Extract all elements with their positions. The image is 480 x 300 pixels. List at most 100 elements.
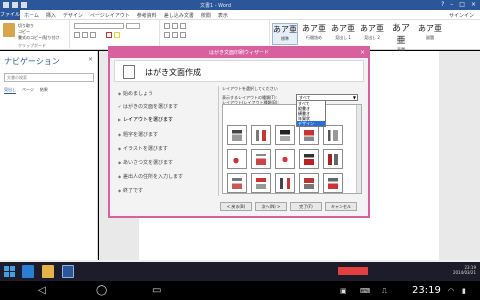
wizard-step[interactable]: ✔ はがきの文面を選びます bbox=[118, 103, 178, 110]
format-painter-button[interactable]: 書式のコピー/貼り付け bbox=[18, 35, 59, 41]
layout-thumbnail[interactable] bbox=[323, 125, 343, 145]
wifi-icon: ◠ bbox=[448, 287, 455, 295]
layout-thumbnail[interactable] bbox=[275, 149, 295, 169]
undo-icon[interactable] bbox=[12, 2, 18, 8]
paste-icon[interactable] bbox=[3, 23, 15, 37]
underline-icon[interactable] bbox=[90, 32, 96, 38]
bullets-icon[interactable] bbox=[164, 23, 170, 29]
thumbnail-scrollbar[interactable] bbox=[356, 105, 361, 193]
multilevel-list-icon[interactable] bbox=[180, 23, 186, 29]
back-button[interactable]: < 戻る(B) bbox=[220, 202, 252, 211]
tab-mailings[interactable]: 差し込み文書 bbox=[164, 12, 194, 19]
next-button[interactable]: 次へ(N) > bbox=[255, 202, 287, 211]
wizard-step[interactable]: ◆ あいさつ文を選びます bbox=[118, 159, 173, 166]
layout-thumbnail[interactable] bbox=[251, 173, 271, 193]
ribbon-tab-bar: ファイル ホーム 挿入 デザイン ページレイアウト 参考資料 差し込み文書 校閲… bbox=[0, 10, 480, 20]
layout-thumbnail[interactable] bbox=[275, 173, 295, 193]
layout-thumbnail[interactable] bbox=[251, 149, 271, 169]
style-normal[interactable]: あア亜 標準 bbox=[272, 23, 298, 45]
style-no-spacing[interactable]: あア亜 行間詰め bbox=[301, 23, 327, 45]
layout-thumbnail[interactable] bbox=[275, 125, 295, 145]
wizard-step[interactable]: ◆ 差出人の住所を入力します bbox=[118, 173, 183, 180]
recent-apps-icon[interactable]: ▭ bbox=[152, 285, 161, 296]
clipboard-group: 切り取り コピー 書式のコピー/貼り付け クリップボード bbox=[0, 20, 70, 50]
redo-icon[interactable] bbox=[21, 2, 27, 8]
dialog-close-icon[interactable]: × bbox=[360, 49, 365, 56]
internet-explorer-icon[interactable] bbox=[22, 265, 34, 278]
system-tray: 23:19 2014/03/21 bbox=[453, 265, 476, 275]
windows-start-icon[interactable] bbox=[4, 266, 15, 277]
layout-thumbnail[interactable] bbox=[299, 173, 319, 193]
align-right-icon[interactable] bbox=[180, 32, 186, 38]
dialog-header: はがき文面作成 bbox=[114, 60, 364, 82]
style-title[interactable]: あア亜 表題 bbox=[388, 23, 414, 52]
postcard-wizard-dialog: はがき文面印刷ウィザード × はがき文面作成 ◆ 始めましょう ✔ はがきの文面を選… bbox=[108, 46, 370, 218]
navigation-pane-close-icon[interactable]: × bbox=[88, 56, 93, 63]
wizard-step[interactable]: ◆ 始めましょう bbox=[118, 90, 153, 97]
style-heading-1[interactable]: あア亜 見出し 1 bbox=[330, 23, 356, 45]
notification-icon[interactable]: ▣ bbox=[340, 287, 347, 295]
sign-in-link[interactable]: サインイン bbox=[449, 12, 474, 19]
keyboard-icon[interactable]: ⌨ bbox=[360, 287, 370, 295]
layout-heading: レイアウトを選択してください bbox=[222, 86, 278, 91]
tab-design[interactable]: デザイン bbox=[63, 12, 83, 19]
tab-view[interactable]: 表示 bbox=[218, 12, 228, 19]
file-explorer-icon[interactable] bbox=[42, 265, 54, 278]
cancel-button[interactable]: キャンセル bbox=[325, 202, 357, 211]
nav-tab-headings[interactable]: 見出し bbox=[4, 87, 16, 94]
close-icon[interactable]: × bbox=[471, 1, 476, 8]
finish-button[interactable]: 完了(F) bbox=[290, 202, 322, 211]
nav-tab-results[interactable]: 結果 bbox=[40, 87, 48, 94]
window-title: 文書1 - Word bbox=[200, 3, 232, 9]
layout-thumbnail[interactable] bbox=[299, 125, 319, 145]
ime-indicator-icon[interactable] bbox=[338, 267, 368, 275]
dropdown-option-highlighted[interactable]: デザイン bbox=[297, 121, 325, 126]
bold-icon[interactable] bbox=[74, 32, 80, 38]
word-taskbar-icon[interactable] bbox=[62, 265, 74, 278]
help-icon[interactable]: ? bbox=[441, 1, 444, 8]
maximize-icon[interactable]: □ bbox=[459, 1, 465, 8]
italic-icon[interactable] bbox=[82, 32, 88, 38]
layout-thumbnail[interactable] bbox=[323, 173, 343, 193]
numbering-icon[interactable] bbox=[172, 23, 178, 29]
dialog-header-title: はがき文面作成 bbox=[145, 68, 201, 77]
tab-references[interactable]: 参考資料 bbox=[137, 12, 157, 19]
font-name-combo[interactable] bbox=[74, 23, 124, 29]
save-icon[interactable] bbox=[3, 2, 9, 8]
wizard-step-current[interactable]: ▶ レイアウトを選びます bbox=[118, 116, 173, 123]
tab-page-layout[interactable]: ページレイアウト bbox=[90, 12, 130, 19]
quick-access-toolbar bbox=[3, 2, 27, 8]
font-size-combo[interactable] bbox=[126, 23, 140, 29]
wizard-step[interactable]: ◆ 終了です bbox=[118, 187, 143, 194]
tab-insert[interactable]: 挿入 bbox=[46, 12, 56, 19]
minimize-icon[interactable]: – bbox=[450, 1, 453, 8]
layout-thumbnail[interactable] bbox=[227, 173, 247, 193]
android-system-bar: ◁ ◯ ▭ ▣ ⌨ ⎍ 23:19 ◠ ▮ bbox=[0, 281, 480, 300]
back-nav-icon[interactable]: ◁ bbox=[38, 285, 46, 296]
usb-icon[interactable]: ⎍ bbox=[382, 287, 387, 296]
layout-thumbnail[interactable] bbox=[323, 149, 343, 169]
home-nav-icon[interactable]: ◯ bbox=[96, 285, 107, 296]
highlight-icon[interactable] bbox=[114, 32, 120, 38]
clipboard-group-label: クリップボード bbox=[18, 43, 46, 48]
layout-thumbnail[interactable] bbox=[299, 149, 319, 169]
align-center-icon[interactable] bbox=[172, 32, 178, 38]
nav-tab-pages[interactable]: ページ bbox=[22, 87, 34, 94]
tab-review[interactable]: 校閲 bbox=[201, 12, 211, 19]
layout-thumbnail[interactable] bbox=[227, 125, 247, 145]
font-color-icon[interactable] bbox=[106, 32, 112, 38]
file-tab[interactable]: ファイル bbox=[0, 10, 20, 20]
navigation-pane: ナビゲーション × 文書の検索 見出し ページ 結果 bbox=[0, 51, 98, 260]
align-left-icon[interactable] bbox=[164, 32, 170, 38]
style-subtitle[interactable]: あア亜 副題 bbox=[417, 23, 443, 45]
style-heading-2[interactable]: あア亜 見出し 2 bbox=[359, 23, 385, 45]
tab-home[interactable]: ホーム bbox=[24, 12, 39, 19]
wizard-step[interactable]: ◆ イラストを選びます bbox=[118, 145, 168, 152]
ribbon-tabs: ホーム 挿入 デザイン ページレイアウト 参考資料 差し込み文書 校閲 表示 bbox=[24, 12, 228, 19]
window-controls: ? – □ × bbox=[441, 1, 476, 8]
wizard-step[interactable]: ◆ 題字を選びます bbox=[118, 131, 158, 138]
chevron-down-icon: ▼ bbox=[352, 95, 356, 100]
layout-thumbnail[interactable] bbox=[227, 149, 247, 169]
layout-thumbnail[interactable] bbox=[251, 125, 271, 145]
document-search-input[interactable]: 文書の検索 bbox=[4, 73, 94, 82]
